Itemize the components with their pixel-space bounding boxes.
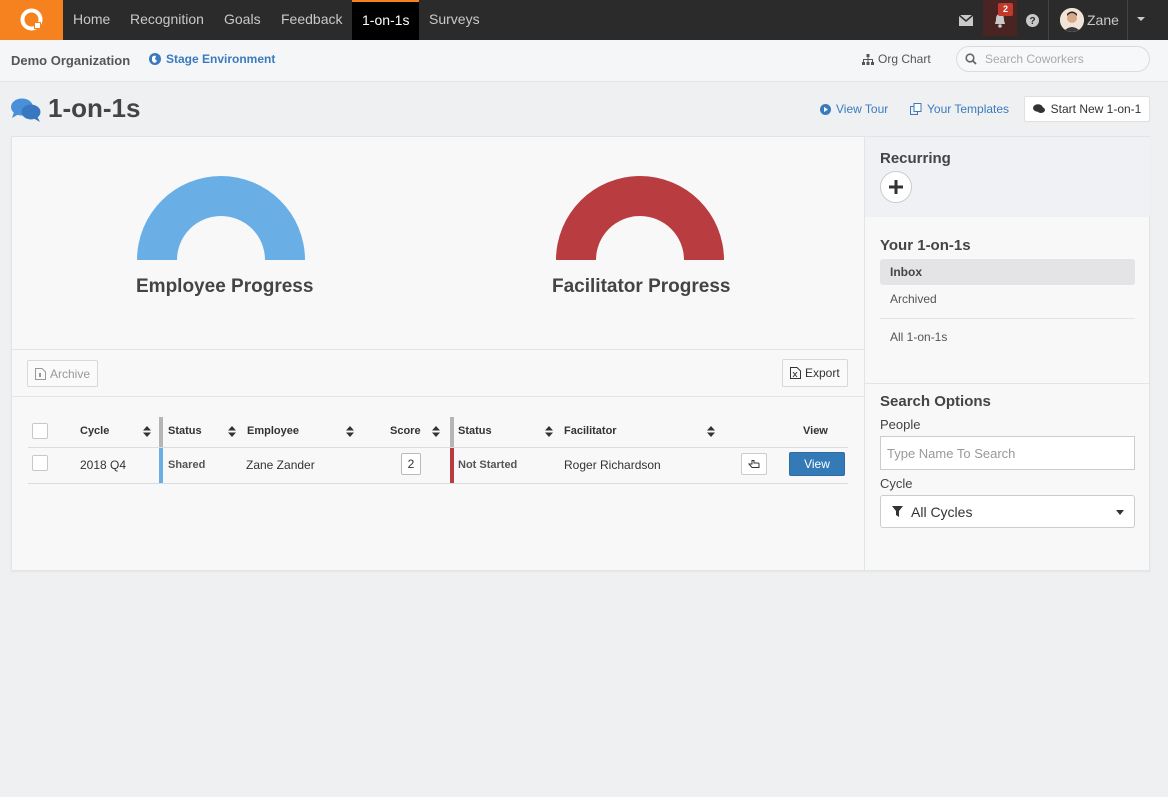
row-cycle: 2018 Q4	[80, 458, 127, 472]
start-new-1-on-1-button[interactable]: Start New 1-on-1	[1024, 96, 1150, 122]
select-all-checkbox[interactable]	[32, 423, 48, 439]
avatar	[1060, 8, 1084, 32]
view-tour-link[interactable]: View Tour	[820, 102, 888, 116]
recurring-title: Recurring	[880, 150, 951, 167]
th-employee[interactable]: Employee	[247, 425, 299, 437]
row-facilitator-status: Not Started	[458, 459, 518, 471]
caret-down-icon	[1137, 17, 1145, 21]
employee-progress-label: Employee Progress	[136, 276, 314, 297]
page-title: 1-on-1s	[48, 93, 141, 123]
org-chart-label: Org Chart	[878, 52, 931, 66]
nav-feedback[interactable]: Feedback	[271, 0, 352, 40]
stage-environment-label: Stage Environment	[166, 52, 276, 66]
th-facilitator[interactable]: Facilitator	[564, 425, 617, 437]
plus-icon	[889, 180, 903, 194]
export-button[interactable]: Export	[782, 359, 848, 387]
th-cycle[interactable]: Cycle	[80, 425, 109, 437]
file-excel-icon	[790, 367, 801, 379]
notification-badge: 2	[998, 3, 1013, 16]
row-employee: Zane Zander	[246, 458, 315, 472]
cycle-label: Cycle	[880, 476, 913, 491]
cycle-select-value: All Cycles	[911, 503, 973, 520]
sitemap-icon	[862, 53, 874, 65]
nav-recognition[interactable]: Recognition	[120, 0, 214, 40]
sidebar-item-archived[interactable]: Archived	[880, 286, 1135, 312]
your-1-on-1s-title: Your 1-on-1s	[880, 237, 971, 254]
add-recurring-button[interactable]	[880, 171, 912, 203]
comments-icon	[11, 97, 41, 126]
search-coworkers	[956, 46, 1150, 72]
comment-icon	[1032, 104, 1045, 113]
sort-icon[interactable]	[707, 426, 715, 437]
facilitator-progress-gauge	[556, 175, 724, 260]
org-chart-link[interactable]: Org Chart	[862, 52, 931, 66]
svg-text:?: ?	[1029, 16, 1035, 27]
filter-icon	[892, 506, 903, 517]
your-templates-label: Your Templates	[927, 102, 1010, 116]
user-dropdown-toggle[interactable]	[1127, 0, 1168, 40]
sort-icon[interactable]	[228, 426, 236, 437]
row-score: 2	[401, 453, 421, 475]
th-employee-status[interactable]: Status	[168, 425, 202, 437]
app-logo[interactable]	[0, 0, 63, 40]
help-icon[interactable]: ?	[1017, 0, 1047, 40]
sidebar-divider	[880, 318, 1135, 319]
row-employee-status: Shared	[168, 459, 206, 471]
employee-progress-gauge	[137, 175, 305, 260]
progress-gauges	[12, 137, 864, 350]
nav-1-on-1s[interactable]: 1-on-1s	[352, 0, 419, 40]
th-facilitator-status[interactable]: Status	[458, 425, 492, 437]
row-view-button[interactable]: View	[789, 452, 845, 476]
table-header-divider	[28, 447, 848, 448]
divider	[12, 396, 864, 397]
globe-icon	[149, 53, 161, 65]
sort-icon[interactable]	[346, 426, 354, 437]
sidebar-section-divider	[865, 383, 1150, 384]
facilitator-status-bar	[450, 448, 454, 484]
search-options-title: Search Options	[880, 393, 991, 410]
file-archive-icon	[35, 367, 46, 380]
people-search-input[interactable]	[880, 436, 1135, 470]
row-action-button[interactable]	[741, 453, 767, 475]
nav-surveys[interactable]: Surveys	[419, 0, 490, 40]
facilitator-progress-label: Facilitator Progress	[552, 276, 731, 297]
stage-environment-link[interactable]: Stage Environment	[149, 52, 275, 66]
logo-icon	[20, 8, 43, 31]
sidebar-item-inbox[interactable]: Inbox	[880, 259, 1135, 285]
start-new-label: Start New 1-on-1	[1050, 102, 1142, 116]
copy-icon	[910, 103, 922, 115]
export-label: Export	[805, 366, 840, 380]
play-circle-icon	[820, 103, 831, 115]
row-checkbox[interactable]	[32, 455, 48, 471]
hand-pointer-icon	[748, 460, 760, 468]
status-divider	[450, 417, 454, 447]
status-divider	[159, 417, 163, 447]
search-icon	[965, 53, 977, 65]
cycle-select[interactable]: All Cycles	[880, 495, 1135, 528]
th-view: View	[803, 425, 828, 437]
sort-icon[interactable]	[545, 426, 553, 437]
row-facilitator: Roger Richardson	[564, 458, 661, 472]
archive-button[interactable]: Archive	[27, 360, 99, 387]
view-tour-label: View Tour	[836, 102, 889, 116]
mail-icon[interactable]	[951, 0, 981, 40]
user-name: Zane	[1087, 12, 1119, 28]
th-score[interactable]: Score	[390, 425, 421, 437]
caret-down-icon	[1116, 510, 1124, 515]
org-name: Demo Organization	[11, 53, 131, 68]
employee-status-bar	[159, 448, 163, 484]
archive-label: Archive	[50, 366, 91, 381]
sidebar-item-all[interactable]: All 1-on-1s	[880, 324, 1135, 350]
sort-icon[interactable]	[432, 426, 440, 437]
nav-home[interactable]: Home	[63, 0, 120, 40]
nav-goals[interactable]: Goals	[214, 0, 271, 40]
search-coworkers-input[interactable]	[985, 49, 1145, 69]
sort-icon[interactable]	[143, 426, 151, 437]
table-row-divider	[28, 483, 848, 484]
your-templates-link[interactable]: Your Templates	[910, 102, 1009, 116]
people-label: People	[880, 417, 921, 432]
